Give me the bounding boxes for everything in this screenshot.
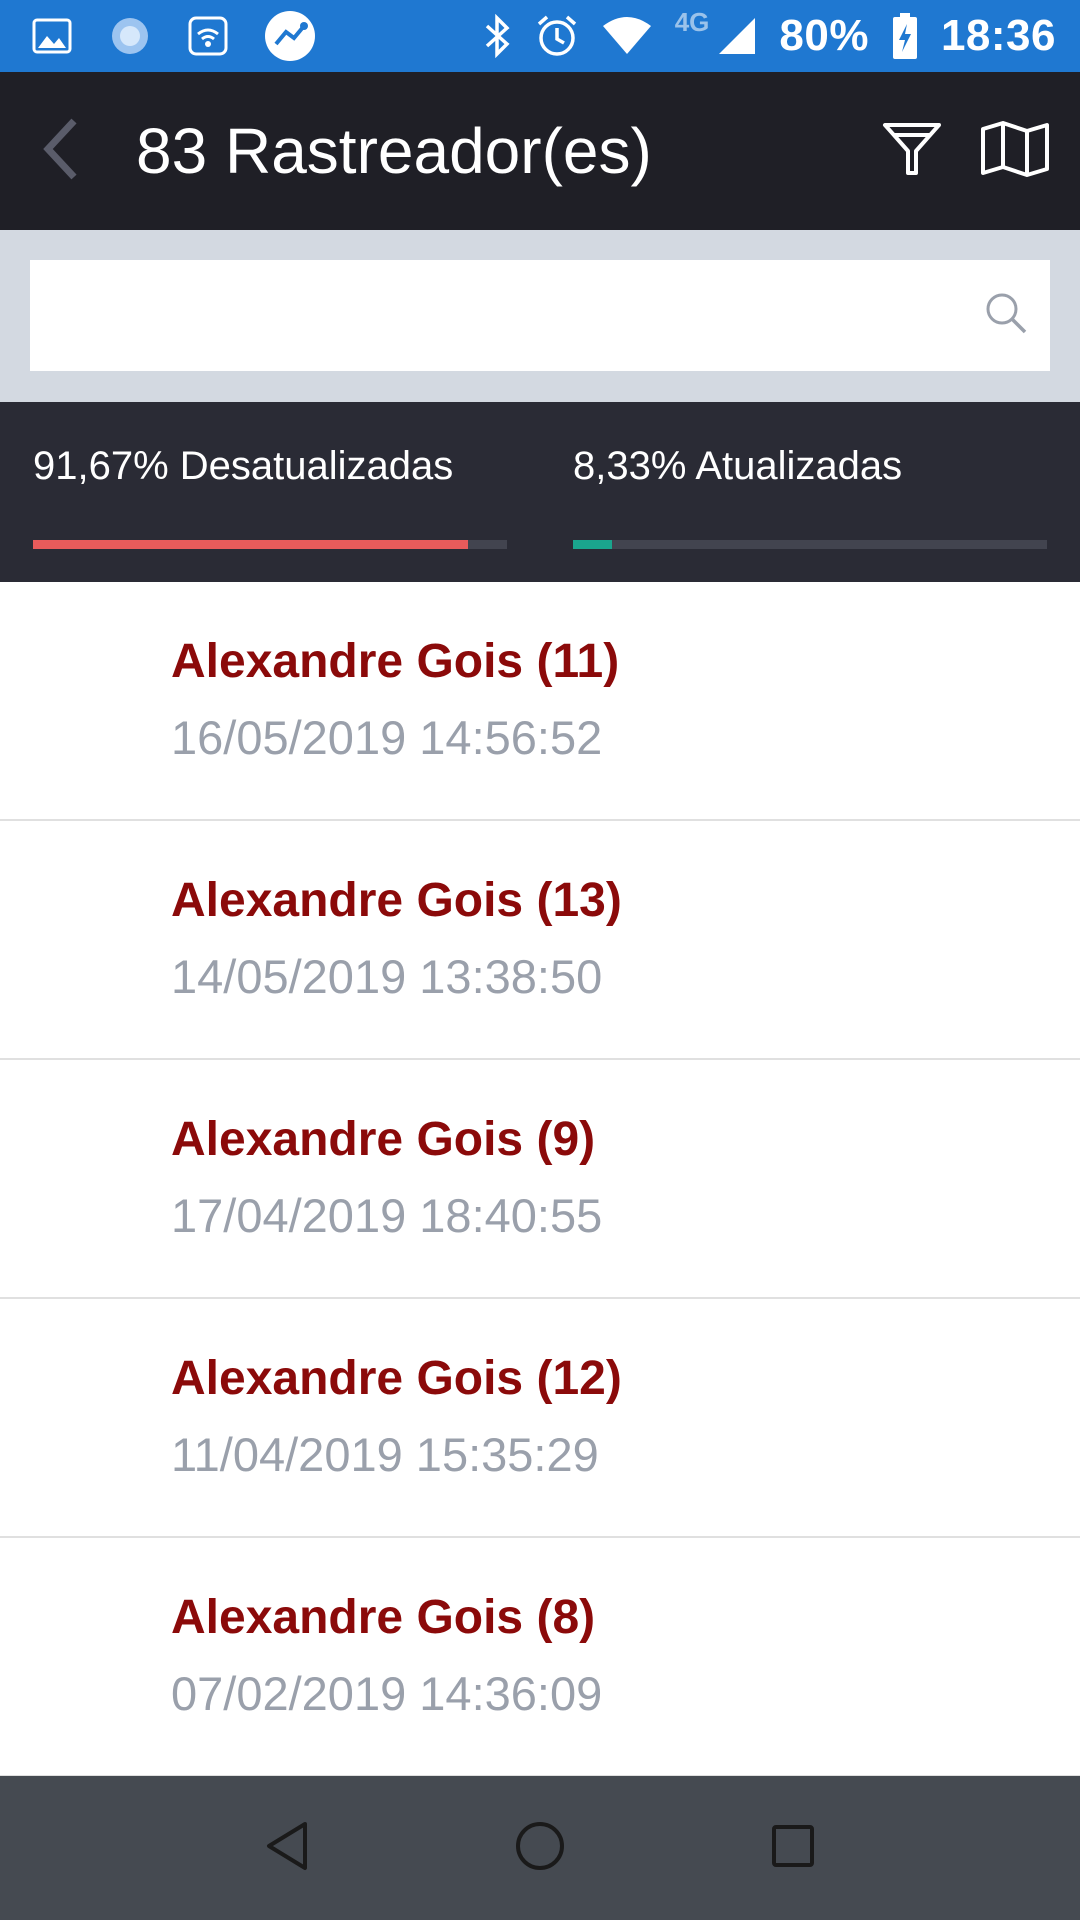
tracker-date: 11/04/2019 15:35:29 [171,1428,599,1481]
map-icon [980,120,1050,182]
system-nav-bar [0,1776,1080,1920]
tracker-date: 14/05/2019 13:38:50 [171,950,603,1003]
signal-icon [717,16,757,56]
outdated-progress-track [33,540,507,549]
search-icon[interactable] [984,291,1028,340]
updated-stat[interactable]: 8,33% Atualizadas [573,402,1047,582]
outdated-progress-fill [33,540,468,549]
bluetooth-icon [483,14,513,58]
alarm-icon [535,14,579,58]
filter-icon [882,121,942,182]
outdated-label: 91,67% Desatualizadas [33,444,454,488]
status-bar: 4G 80% 18:36 [0,0,1080,72]
tracker-date: 07/02/2019 14:36:09 [171,1667,603,1720]
search-box[interactable] [30,260,1050,371]
wifi-call-icon [188,16,228,56]
updated-progress-fill [573,540,613,549]
nav-back-button[interactable] [227,1788,347,1908]
search-input[interactable] [54,260,984,371]
tracker-name: Alexandre Gois (12) [171,1352,622,1405]
search-area [0,230,1080,402]
list-item[interactable]: Alexandre Gois (11) 16/05/2019 14:56:52 [0,582,1080,821]
map-button[interactable] [980,120,1050,182]
tracker-name: Alexandre Gois (8) [171,1591,596,1644]
filter-button[interactable] [882,121,942,182]
nav-recents-button[interactable] [733,1788,853,1908]
app-icon [264,10,316,62]
list-item[interactable]: Alexandre Gois (12) 11/04/2019 15:35:29 [0,1299,1080,1538]
home-circle-icon [514,1820,566,1877]
tracker-name: Alexandre Gois (11) [171,635,620,688]
chevron-left-icon [40,117,80,186]
back-button[interactable] [0,72,120,230]
list-item[interactable]: Alexandre Gois (13) 14/05/2019 13:38:50 [0,821,1080,1060]
list-item[interactable]: Alexandre Gois (9) 17/04/2019 18:40:55 [0,1060,1080,1299]
tracker-date: 16/05/2019 14:56:52 [171,711,603,764]
tracker-date: 17/04/2019 18:40:55 [171,1189,603,1242]
gallery-icon [32,18,72,54]
outdated-stat[interactable]: 91,67% Desatualizadas [33,402,507,582]
back-triangle-icon [263,1820,311,1877]
tracker-name: Alexandre Gois (13) [171,874,622,927]
stats-bar: 91,67% Desatualizadas 8,33% Atualizadas [0,402,1080,582]
app-bar: 83 Rastreador(es) [0,72,1080,230]
nav-home-button[interactable] [480,1788,600,1908]
page-title: 83 Rastreador(es) [136,115,652,187]
updated-label: 8,33% Atualizadas [573,444,903,488]
battery-charging-icon [891,12,919,60]
recents-square-icon [770,1823,816,1874]
list-item[interactable]: Alexandre Gois (8) 07/02/2019 14:36:09 [0,1538,1080,1777]
network-type: 4G [674,6,710,37]
loading-icon [108,14,152,58]
tracker-name: Alexandre Gois (9) [171,1113,596,1166]
battery-percent: 80% [779,11,869,60]
updated-progress-track [573,540,1047,549]
wifi-icon [601,16,653,56]
tracker-list: Alexandre Gois (11) 16/05/2019 14:56:52 … [0,582,1080,1777]
clock: 18:36 [940,11,1056,60]
